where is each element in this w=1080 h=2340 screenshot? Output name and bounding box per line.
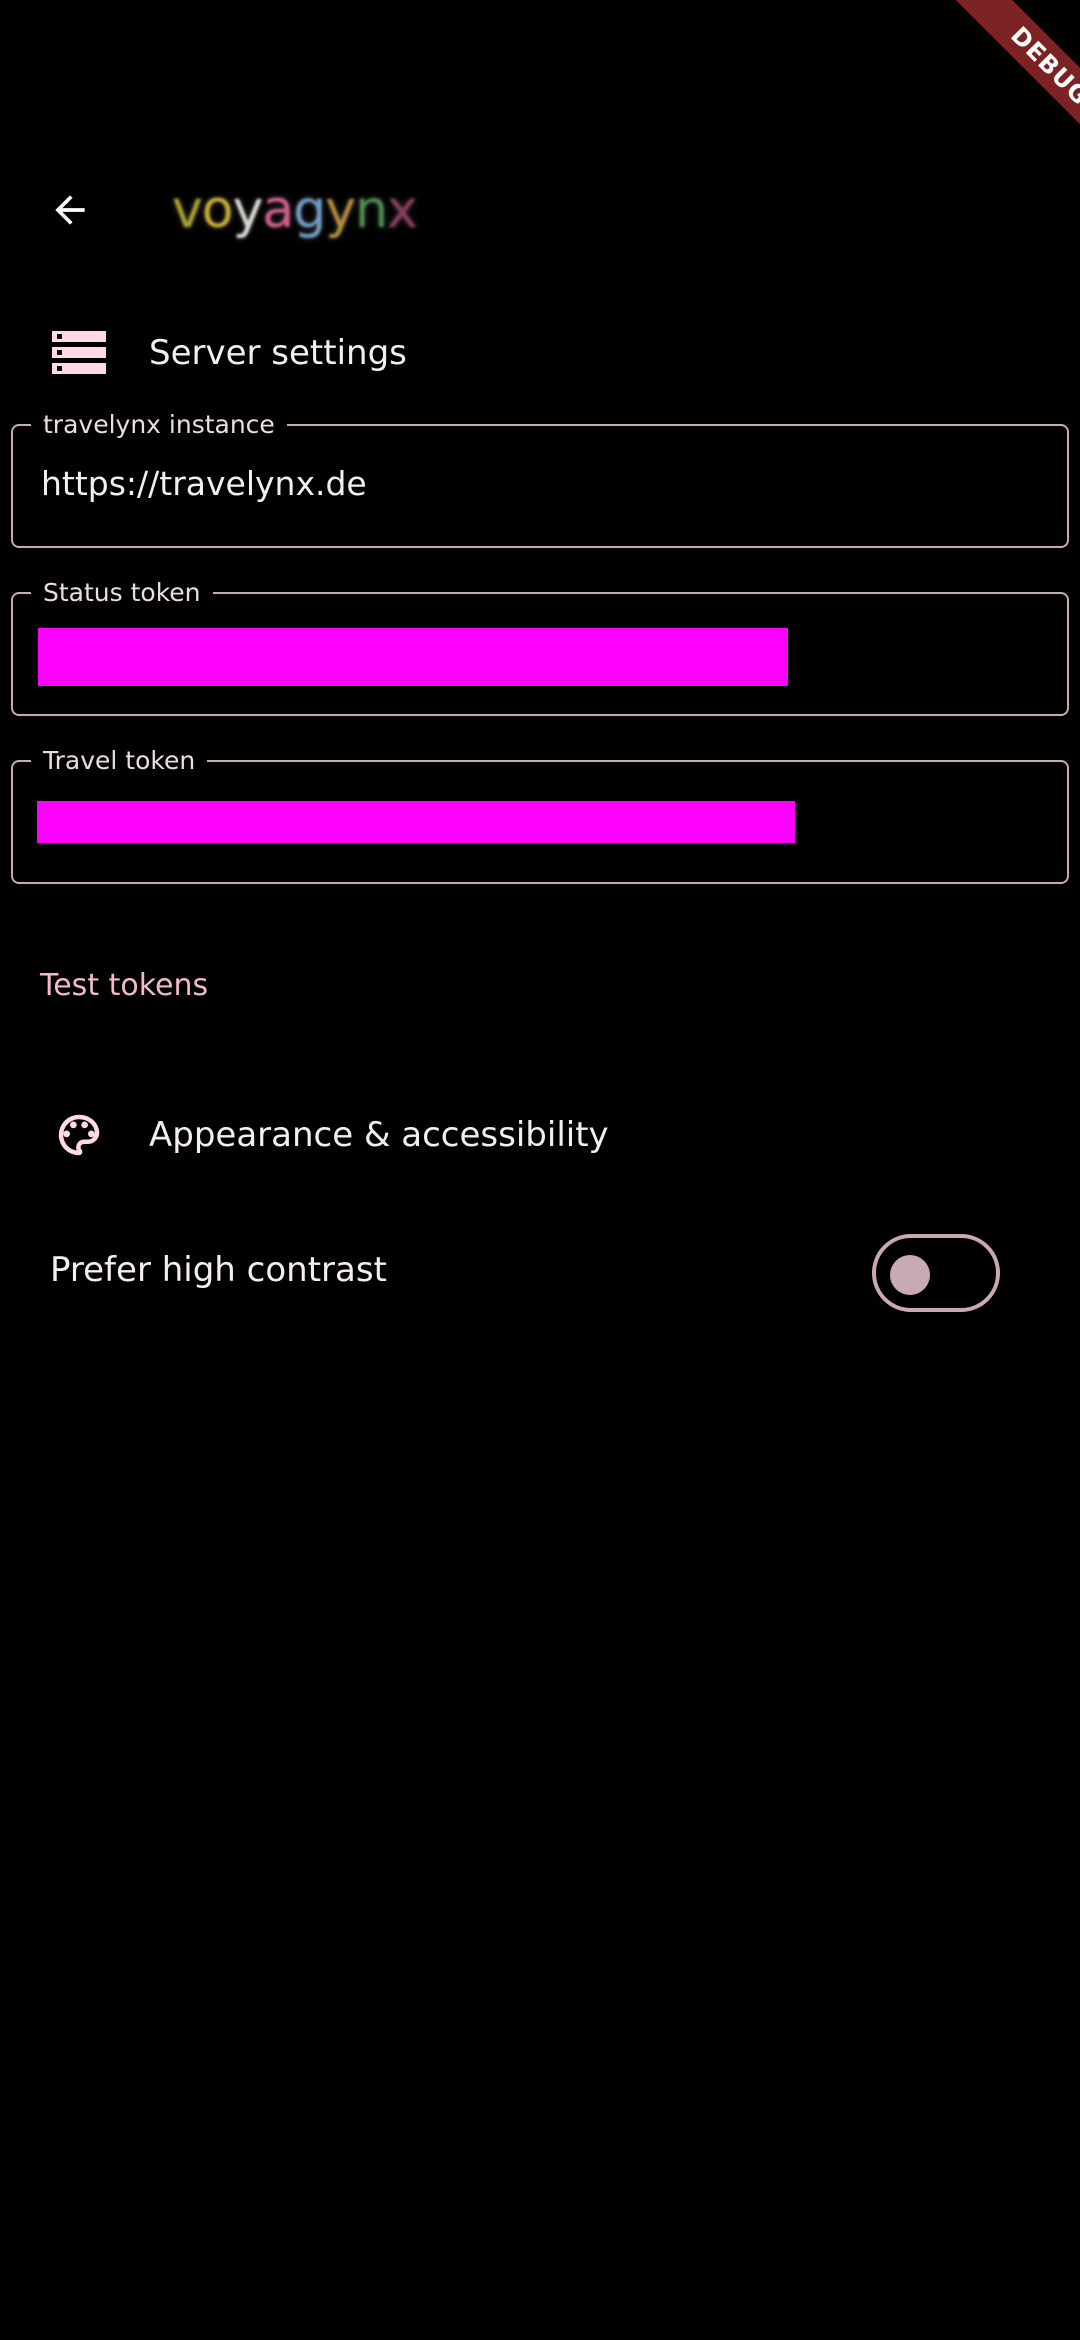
debug-banner-label: DEBUG	[951, 0, 1080, 160]
back-button[interactable]	[30, 170, 110, 250]
logo-letter: x	[387, 180, 418, 240]
travel-token-field[interactable]: Travel token	[11, 746, 1069, 884]
logo-letter: o	[201, 180, 234, 240]
logo-letter: v	[172, 180, 203, 240]
logo-letter: g	[293, 180, 326, 240]
logo-letter: y	[232, 180, 264, 240]
appearance-header: Appearance & accessibility	[0, 1085, 1080, 1185]
instance-field[interactable]: travelynx instance https://travelynx.de	[11, 410, 1069, 548]
test-tokens-button[interactable]: Test tokens	[28, 960, 220, 1010]
field-label: travelynx instance	[31, 410, 287, 440]
instance-input-value[interactable]: https://travelynx.de	[41, 464, 367, 503]
server-icon	[50, 328, 108, 378]
section-title: Server settings	[149, 333, 407, 373]
app-bar: voyagynx	[0, 140, 1080, 270]
arrow-back-icon	[55, 195, 85, 225]
redacted-value[interactable]	[37, 801, 795, 843]
high-contrast-toggle[interactable]	[872, 1234, 1000, 1312]
high-contrast-row[interactable]: Prefer high contrast	[0, 1220, 1080, 1320]
logo-letter: a	[262, 180, 294, 240]
server-settings-header: Server settings	[0, 303, 1080, 403]
section-title: Appearance & accessibility	[149, 1115, 609, 1155]
debug-banner: DEBUG	[920, 0, 1080, 160]
logo-letter: y	[325, 180, 356, 240]
field-label: Status token	[31, 578, 213, 608]
redacted-value[interactable]	[38, 628, 788, 686]
palette-icon	[50, 1110, 108, 1160]
field-label: Travel token	[31, 746, 208, 776]
high-contrast-label: Prefer high contrast	[50, 1250, 387, 1290]
logo-letter: n	[355, 180, 388, 240]
toggle-thumb	[890, 1255, 930, 1295]
status-token-field[interactable]: Status token	[11, 578, 1069, 716]
app-logo: voyagynx	[172, 170, 418, 250]
